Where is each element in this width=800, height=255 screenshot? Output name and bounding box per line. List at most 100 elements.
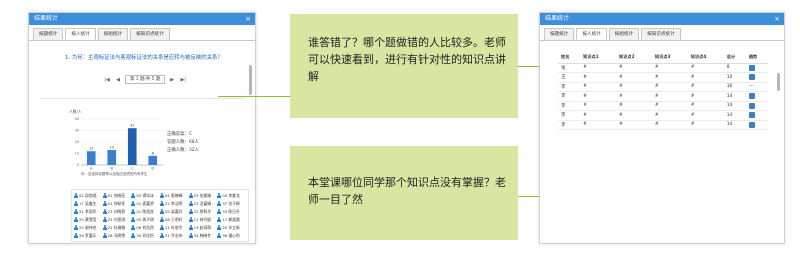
student-name: 31 许志伟 <box>164 232 183 238</box>
column-header: 知识点1 <box>580 51 617 64</box>
tab-by-knowledge[interactable]: 按知识点统计 <box>641 28 681 40</box>
student-name: 25 黄雪莹 <box>79 216 97 222</box>
close-icon[interactable]: × <box>774 13 780 25</box>
person-icon <box>188 209 193 214</box>
student-name-item[interactable]: 21 李丽华 <box>74 208 103 215</box>
bar[interactable] <box>86 151 96 165</box>
table-row[interactable]: 李 # # # #14 <box>558 91 768 102</box>
tab-by-knowledge[interactable]: 按知识点统计 <box>130 28 170 40</box>
trend-chart-icon[interactable] <box>748 112 755 118</box>
student-name-item[interactable]: 05 周子琪 <box>131 216 160 223</box>
trend-cell <box>745 63 768 73</box>
student-name-item[interactable]: 22 杜婉瑜 <box>102 224 132 231</box>
student-name-item[interactable]: 05 李紫龙 <box>217 192 246 199</box>
student-name-item[interactable]: 22 黎佩华 <box>188 208 218 215</box>
student-name-item[interactable]: 37 张子枫 <box>217 200 246 207</box>
tab-by-group[interactable]: 按组统计 <box>608 28 640 40</box>
person-icon <box>131 225 136 230</box>
tab-bar: 按题统计 按人统计 按组统计 按知识点统计 <box>540 25 784 41</box>
student-name-item[interactable]: 25 谢伟杰 <box>74 224 103 231</box>
close-icon[interactable]: × <box>245 13 251 25</box>
student-name-item[interactable]: 17 吴鑫生 <box>74 200 103 207</box>
knowledge-mark: # <box>651 72 688 83</box>
student-name-item[interactable]: 17 郭逸晨 <box>217 216 246 223</box>
bar[interactable] <box>127 128 137 165</box>
student-name-item[interactable]: 19 赵雨萌 <box>188 224 218 231</box>
student-name-item[interactable]: 01 麦嘉娇 <box>131 200 160 207</box>
knowledge-mark: # <box>580 101 617 111</box>
person-icon <box>159 193 164 198</box>
tab-bar: 按题统计 按人统计 按组统计 按知识点统计 <box>29 25 255 41</box>
student-name-item[interactable]: 33 陈日升 <box>217 208 246 215</box>
student-name-item[interactable]: 20 孙立新 <box>217 224 246 231</box>
student-name: 04 奥晓峰 <box>164 192 183 198</box>
first-page-button[interactable]: |◀ <box>103 76 111 84</box>
table-row[interactable]: 李 # # # #14 <box>558 120 768 130</box>
bar[interactable] <box>107 150 117 165</box>
student-name-item[interactable]: 03 张紫瑜 <box>188 192 218 199</box>
bar[interactable] <box>148 155 158 165</box>
table-row[interactable]: 李 # # # #16— <box>558 82 768 92</box>
tab-by-group[interactable]: 按组统计 <box>97 28 129 40</box>
student-name-item[interactable]: 25 黄雪莹 <box>74 216 103 223</box>
student-name-item[interactable]: 36 潘心怡 <box>217 232 246 239</box>
tab-by-person[interactable]: 按人统计 <box>65 28 96 40</box>
student-name-item[interactable]: 34 韩晓冬 <box>188 232 218 239</box>
student-name-item[interactable]: 05 梁嘉玲 <box>159 208 189 215</box>
student-name: 26 罗嘉乐 <box>79 232 97 238</box>
student-name-item[interactable]: 22 李洁明 <box>159 200 189 207</box>
student-name-item[interactable]: 02 邱奕嫣 <box>74 192 103 199</box>
trend-cell <box>745 101 768 111</box>
y-tick-label: 10 <box>75 152 79 156</box>
student-name-item[interactable]: 01 何耿亮 <box>102 200 132 207</box>
prev-page-button[interactable]: ◀ <box>114 76 122 84</box>
person-icon <box>131 233 136 238</box>
tab-by-person[interactable]: 按人统计 <box>576 28 607 40</box>
student-name-item[interactable]: 22 龙蔓娟 <box>188 200 218 207</box>
trend-chart-icon[interactable] <box>748 74 755 80</box>
student-name-item[interactable]: 12 林丹妮 <box>188 216 218 223</box>
table-row[interactable]: 王 # # # #10 <box>558 72 768 83</box>
student-name: 08 何浩然 <box>136 224 154 230</box>
knowledge-mark: # <box>580 120 617 130</box>
person-icon <box>217 225 222 230</box>
person-icon <box>102 193 107 198</box>
trend-chart-icon[interactable] <box>748 64 755 71</box>
student-name-item[interactable]: 03 谭冰冰 <box>131 192 160 199</box>
student-name: 22 杜婉瑜 <box>107 224 126 230</box>
trend-chart-icon[interactable] <box>748 93 755 99</box>
table-row[interactable]: 李 # # # #14 <box>558 110 768 121</box>
knowledge-mark: # <box>651 101 688 111</box>
student-name-item[interactable]: 26 罗嘉乐 <box>74 232 103 239</box>
student-name-item[interactable]: 31 许志伟 <box>159 232 189 239</box>
student-name-item[interactable]: 11 叶俊华 <box>159 224 189 231</box>
next-page-button[interactable]: ▶ <box>168 76 176 84</box>
scrollbar-thumb[interactable] <box>249 65 252 95</box>
student-name-item[interactable]: 02 何晓苑 <box>102 192 132 199</box>
knowledge-mark: # <box>651 91 688 102</box>
last-page-button[interactable]: ▶| <box>179 76 187 84</box>
knowledge-mark: # <box>580 110 617 121</box>
trend-chart-icon[interactable] <box>748 121 755 128</box>
knowledge-mark: # <box>687 101 724 111</box>
table-row[interactable]: 李 # # # #14 <box>558 101 768 111</box>
table-row[interactable]: 张 # # # #8 <box>558 63 768 73</box>
student-name-item[interactable]: 01 陈国良 <box>131 208 160 215</box>
trend-chart-icon[interactable] <box>748 102 755 109</box>
student-name: 02 何晓苑 <box>107 192 126 198</box>
student-name-item[interactable]: 25 刘思琪 <box>102 216 132 223</box>
student-name-item[interactable]: 08 何浩然 <box>131 224 160 231</box>
student-name-item[interactable]: 23 刘晓燕 <box>102 208 132 215</box>
score-cell: 16 <box>723 82 746 92</box>
student-name-cell: 李 <box>558 110 581 121</box>
connector-line <box>218 96 290 97</box>
correct-answer-label: 正确答案：C <box>167 132 193 137</box>
scrollbar-thumb[interactable] <box>777 73 780 91</box>
tab-by-question[interactable]: 按题统计 <box>33 28 64 40</box>
student-name-item[interactable]: 28 冯晓雪 <box>102 232 132 239</box>
student-name-item[interactable]: 30 邓佳怡 <box>131 232 160 239</box>
student-name: 34 韩晓冬 <box>193 232 212 238</box>
student-name-item[interactable]: 08 王明轩 <box>159 216 189 223</box>
tab-by-question[interactable]: 按题统计 <box>544 28 575 40</box>
student-name-item[interactable]: 04 奥晓峰 <box>159 192 189 199</box>
